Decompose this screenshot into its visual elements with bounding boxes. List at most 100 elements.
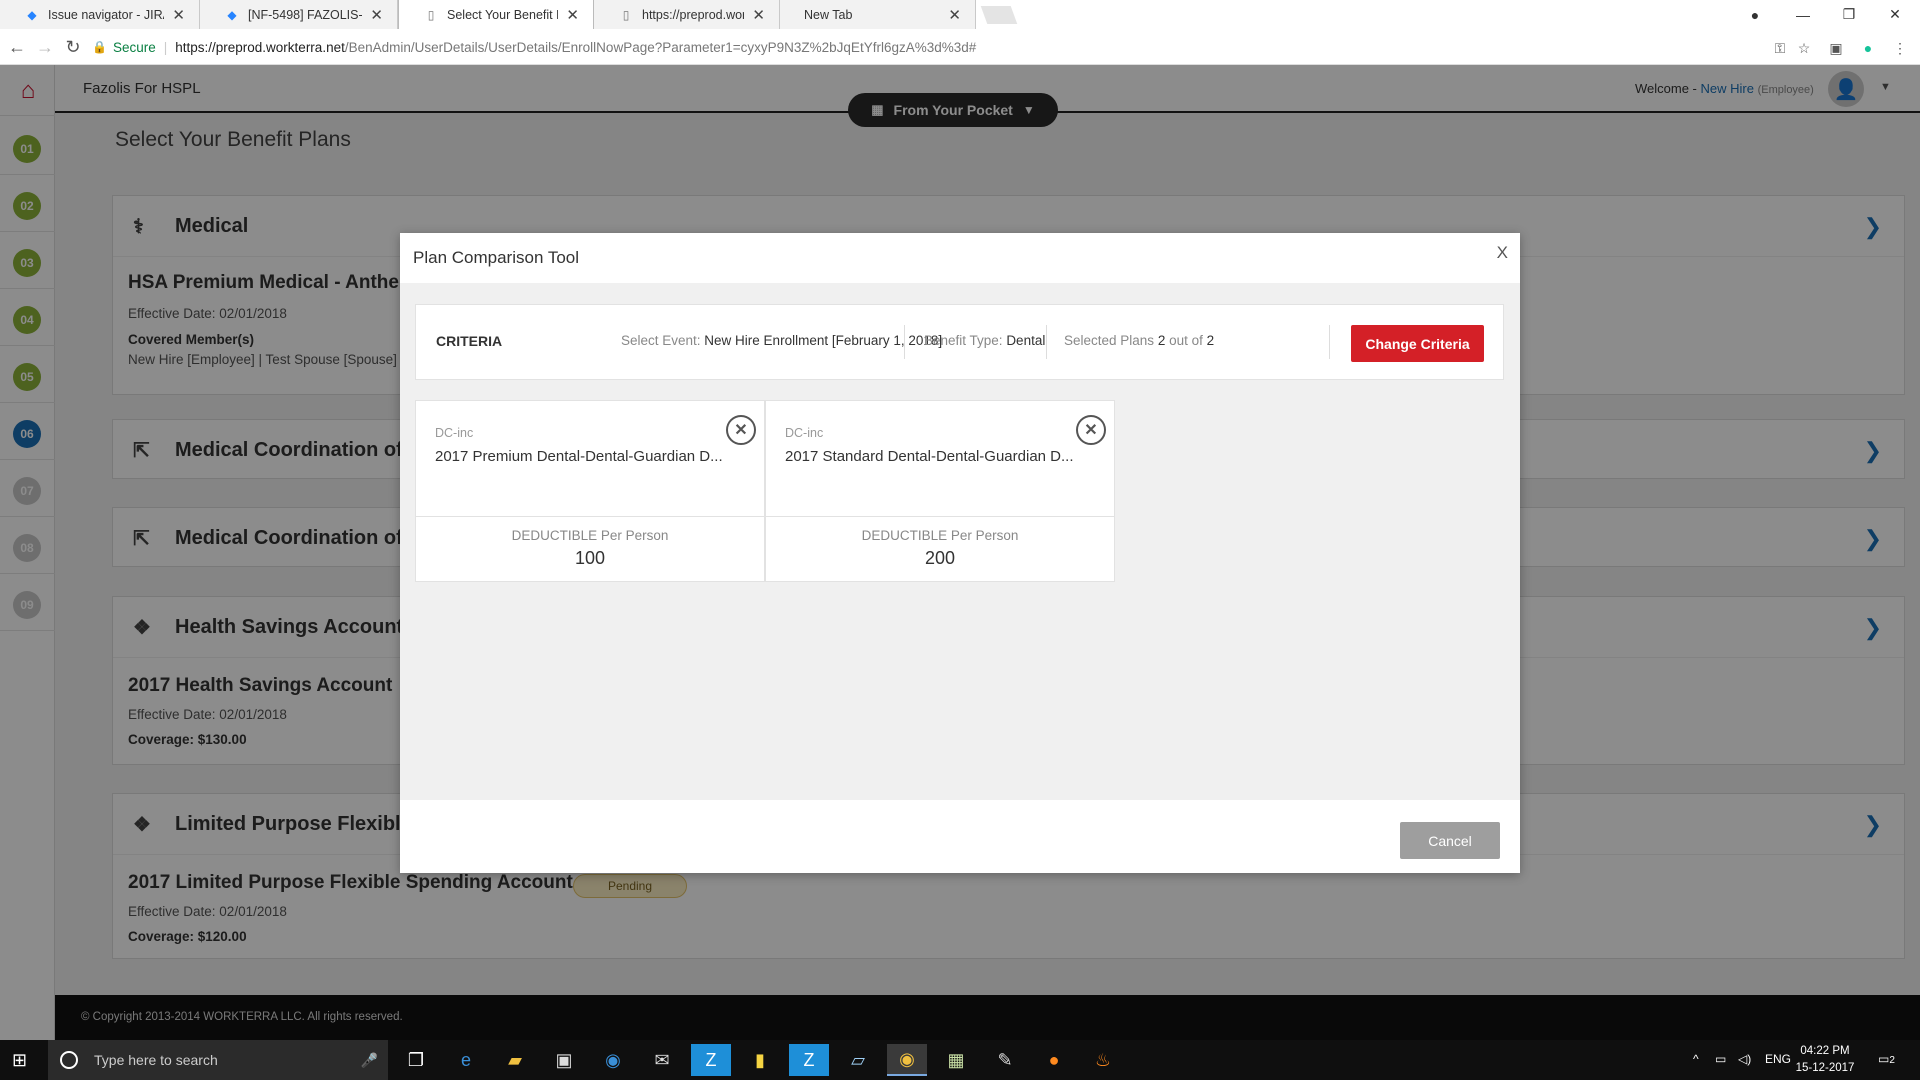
jira-icon: ◆ — [27, 7, 37, 22]
plan-column: DC-inc 2017 Standard Dental-Dental-Guard… — [765, 400, 1115, 582]
task-view-icon[interactable]: ❐ — [396, 1044, 436, 1076]
modal-title: Plan Comparison Tool — [413, 248, 579, 267]
key-icon[interactable]: ⚿ — [1770, 38, 1790, 58]
tab-preprod-workterra[interactable]: ▯ https://preprod.workter ✕ — [594, 0, 780, 29]
deductible-label: DEDUCTIBLE Per Person — [861, 528, 1019, 543]
plan-name: 2017 Standard Dental-Dental-Guardian D..… — [785, 448, 1074, 465]
cortana-icon — [60, 1051, 78, 1069]
close-tab-icon[interactable]: ✕ — [172, 6, 185, 24]
plan-divider — [416, 516, 764, 517]
store-icon[interactable]: ▣ — [544, 1044, 584, 1076]
benefit-type-label: Benefit Type: — [924, 333, 1007, 348]
minimize-icon[interactable]: — — [1780, 0, 1826, 29]
selected-of: out of — [1165, 333, 1207, 348]
deductible-value: 100 — [574, 548, 606, 568]
new-tab-button[interactable] — [980, 6, 1018, 24]
criteria-divider — [1329, 325, 1330, 359]
chrome-icon[interactable]: ◉ — [887, 1044, 927, 1076]
url-host: https://preprod.workterra.net — [175, 39, 345, 55]
window-close-icon[interactable]: ✕ — [1872, 0, 1918, 29]
firefox-icon[interactable]: ● — [1034, 1044, 1074, 1076]
tray-chevron-up-icon[interactable]: ^ — [1693, 1052, 1699, 1066]
jira-icon: ◆ — [227, 7, 237, 22]
reload-icon[interactable]: ↻ — [61, 35, 85, 59]
paint-icon[interactable]: ✎ — [985, 1044, 1025, 1076]
remove-plan-icon[interactable]: ✕ — [1076, 415, 1106, 445]
event-label: Select Event: — [621, 333, 705, 348]
criteria-divider — [1046, 325, 1047, 359]
cancel-button[interactable]: Cancel — [1400, 822, 1500, 859]
file-explorer-icon[interactable]: ▰ — [495, 1044, 535, 1076]
fire-app-icon[interactable]: ♨ — [1083, 1044, 1123, 1076]
microphone-icon[interactable]: 🎤 — [361, 1052, 378, 1069]
tab-new-tab[interactable]: New Tab ✕ — [780, 0, 976, 29]
criteria-event: Select Event: New Hire Enrollment [Febru… — [621, 333, 942, 348]
extension-icon[interactable]: ▣ — [1826, 38, 1846, 58]
deductible-label: DEDUCTIBLE Per Person — [511, 528, 669, 543]
criteria-divider — [904, 325, 905, 359]
address-bar: ← → ↻ 🔒 Secure | https://preprod.workter… — [0, 29, 1920, 65]
close-tab-icon[interactable]: ✕ — [370, 6, 383, 24]
bookmark-star-icon[interactable]: ☆ — [1794, 38, 1814, 58]
page-icon: ▯ — [622, 7, 630, 22]
criteria-bar: CRITERIA Select Event: New Hire Enrollme… — [415, 304, 1504, 380]
forward-icon[interactable]: → — [33, 35, 57, 59]
profile-icon[interactable]: ● — [1732, 0, 1778, 29]
change-criteria-button[interactable]: Change Criteria — [1351, 325, 1484, 362]
windows-start-icon[interactable]: ⊞ — [12, 1050, 27, 1071]
edge-icon[interactable]: e — [446, 1044, 486, 1076]
restore-icon[interactable]: ❐ — [1826, 0, 1872, 29]
zoho-icon[interactable]: Z — [691, 1044, 731, 1076]
notification-icon[interactable]: ▭2 — [1878, 1052, 1895, 1066]
zoho-icon[interactable]: Z — [789, 1044, 829, 1076]
back-icon[interactable]: ← — [5, 35, 29, 59]
url-text: https://preprod.workterra.net/BenAdmin/U… — [175, 40, 976, 55]
benefit-type-value: Dental — [1006, 333, 1046, 348]
selected-total: 2 — [1206, 333, 1215, 348]
plan-column: DC-inc 2017 Premium Dental-Dental-Guardi… — [415, 400, 765, 582]
event-value: New Hire Enrollment [February 1, 2018] — [704, 333, 943, 348]
remove-plan-icon[interactable]: ✕ — [726, 415, 756, 445]
sticky-notes-icon[interactable]: ▮ — [740, 1044, 780, 1076]
url-path: /BenAdmin/UserDetails/UserDetails/Enroll… — [344, 39, 977, 55]
language-indicator[interactable]: ENG — [1765, 1052, 1791, 1066]
notepad-icon[interactable]: ▱ — [838, 1044, 878, 1076]
criteria-selected-plans: Selected Plans 2 out of 2 — [1064, 333, 1214, 348]
plan-carrier: DC-inc — [435, 426, 474, 440]
clock-time: 04:22 PM — [1800, 1045, 1850, 1057]
tab-jira-nf-5498[interactable]: ◆ [NF-5498] FAZOLIS- UAT ✕ — [200, 0, 398, 29]
lock-icon: 🔒 — [92, 40, 107, 54]
deductible-value: 200 — [924, 548, 956, 568]
mail-icon[interactable]: ✉ — [642, 1044, 682, 1076]
plan-name: 2017 Premium Dental-Dental-Guardian D... — [435, 448, 723, 465]
tab-select-benefit-plans[interactable]: ▯ Select Your Benefit Plans ✕ — [398, 0, 594, 29]
close-icon[interactable]: X — [1497, 243, 1508, 263]
search-placeholder: Type here to search — [94, 1052, 218, 1068]
modal-body: CRITERIA Select Event: New Hire Enrollme… — [400, 283, 1520, 800]
criteria-benefit-type: Benefit Type: Dental — [924, 333, 1045, 348]
taskbar-search[interactable]: Type here to search 🎤 — [48, 1040, 388, 1080]
notification-count: 2 — [1889, 1055, 1895, 1066]
tab-jira-issue-navigator[interactable]: ◆ Issue navigator - JIRA ✕ — [0, 0, 200, 29]
clock-date: 15-12-2017 — [1795, 1062, 1855, 1074]
url-omnibox[interactable]: 🔒 Secure | https://preprod.workterra.net… — [92, 33, 1822, 61]
menu-kebab-icon[interactable]: ⋮ — [1890, 38, 1910, 58]
close-tab-icon[interactable]: ✕ — [948, 6, 961, 24]
browser-tab-strip: ◆ Issue navigator - JIRA ✕ ◆ [NF-5498] F… — [0, 0, 1920, 29]
calculator-icon[interactable]: ▦ — [936, 1044, 976, 1076]
criteria-heading: CRITERIA — [436, 333, 503, 349]
windows-taskbar: ⊞ Type here to search 🎤 ❐ e ▰ ▣ ◉ ✉ Z ▮ … — [0, 1040, 1920, 1080]
secure-label: Secure — [112, 39, 156, 55]
taskbar-clock[interactable]: 04:22 PM 15-12-2017 — [1795, 1043, 1855, 1077]
close-tab-icon[interactable]: ✕ — [566, 6, 579, 24]
grammarly-icon[interactable]: ● — [1858, 38, 1878, 58]
plan-divider — [766, 516, 1114, 517]
close-tab-icon[interactable]: ✕ — [752, 6, 765, 24]
network-icon[interactable]: ▭ — [1715, 1052, 1726, 1066]
volume-icon[interactable]: ◁) — [1738, 1052, 1751, 1066]
compass-icon[interactable]: ◉ — [593, 1044, 633, 1076]
omnibox-separator: | — [163, 39, 168, 55]
plan-carrier: DC-inc — [785, 426, 824, 440]
selected-plans-label: Selected Plans — [1064, 333, 1158, 348]
plan-comparison-modal: Plan Comparison Tool X CRITERIA Select E… — [400, 233, 1520, 873]
